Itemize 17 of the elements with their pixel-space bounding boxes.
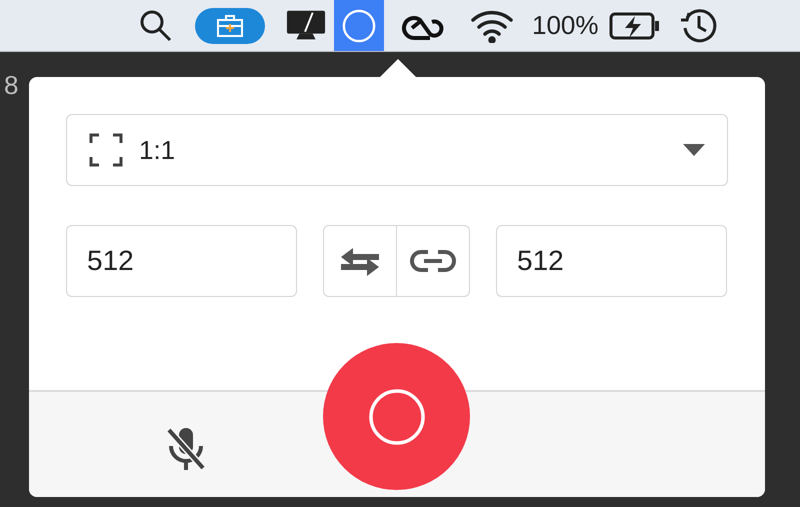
microphone-muted-icon [165,426,207,472]
width-field[interactable]: 512 [66,225,297,297]
battery-icon [608,12,660,40]
swap-arrows-icon [339,246,381,276]
aspect-dropdown[interactable]: 1:1 [66,114,728,186]
monitor-icon [286,8,326,42]
toolbox-icon [195,8,265,44]
background-text: 8 [4,69,18,102]
caret-icon [683,144,705,156]
height-field[interactable]: 512 [496,225,727,297]
menu-bar-item[interactable]: 100% [524,0,668,51]
record-circle-icon [368,388,424,444]
link-icon [410,249,456,273]
wifi-icon [470,8,514,42]
search-icon [139,8,173,42]
record-icon [342,8,376,44]
crop-frame-icon [89,133,123,167]
